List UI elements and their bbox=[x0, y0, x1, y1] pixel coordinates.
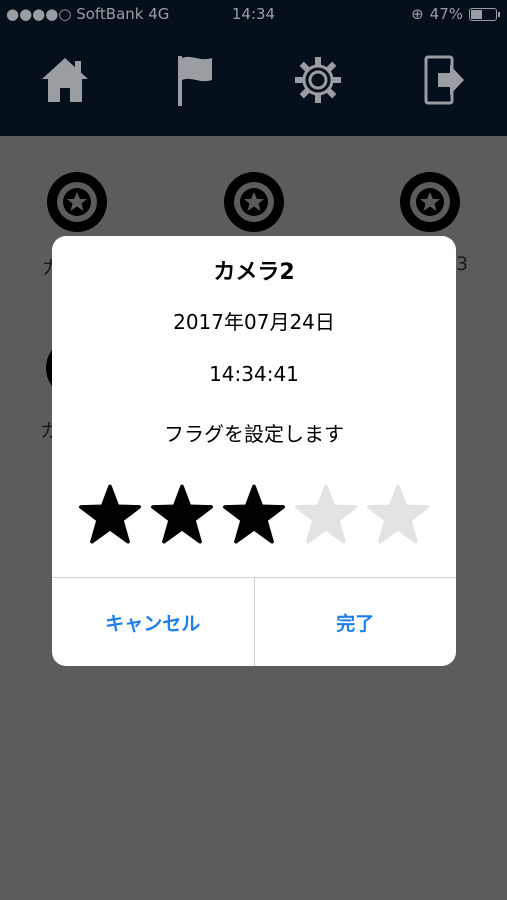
home-button[interactable] bbox=[35, 50, 95, 110]
star-icon[interactable] bbox=[295, 484, 357, 546]
camera-3-icon[interactable] bbox=[398, 170, 462, 234]
home-icon bbox=[42, 58, 88, 102]
battery-fill bbox=[471, 9, 482, 19]
camera-2-icon[interactable] bbox=[222, 170, 286, 234]
battery-icon bbox=[469, 7, 500, 21]
star-icon[interactable] bbox=[223, 484, 285, 546]
logout-button[interactable] bbox=[414, 50, 474, 110]
dialog-actions: キャンセル 完了 bbox=[52, 577, 456, 666]
dialog-date: 2017年07月24日 bbox=[173, 310, 335, 334]
flag-icon bbox=[178, 56, 212, 106]
star-rating bbox=[52, 484, 456, 550]
nav-bar bbox=[0, 28, 507, 136]
star-icon[interactable] bbox=[79, 484, 141, 546]
settings-button[interactable] bbox=[288, 50, 348, 110]
status-right: ⊕ 47% bbox=[411, 5, 500, 23]
logout-icon bbox=[424, 55, 464, 105]
dialog-title: カメラ2 bbox=[213, 260, 295, 285]
status-bar: ●●●●○ SoftBank 4G 14:34 ⊕ 47% bbox=[0, 0, 507, 28]
done-button[interactable]: 完了 bbox=[253, 578, 457, 666]
camera-1-icon[interactable] bbox=[45, 170, 109, 234]
gear-icon bbox=[295, 57, 341, 103]
star-icon[interactable] bbox=[151, 484, 213, 546]
cancel-button[interactable]: キャンセル bbox=[52, 578, 254, 666]
camera-3-label: 3 bbox=[456, 253, 469, 275]
battery-percent: 47% bbox=[429, 5, 463, 23]
dialog-message: フラグを設定します bbox=[164, 422, 344, 446]
flag-button[interactable] bbox=[163, 50, 223, 110]
star-icon[interactable] bbox=[367, 484, 429, 546]
orientation-lock-icon: ⊕ bbox=[411, 5, 424, 23]
dialog-time: 14:34:41 bbox=[209, 362, 299, 386]
flag-dialog: カメラ2 2017年07月24日 14:34:41 フラグを設定します キャンセ… bbox=[52, 236, 456, 666]
